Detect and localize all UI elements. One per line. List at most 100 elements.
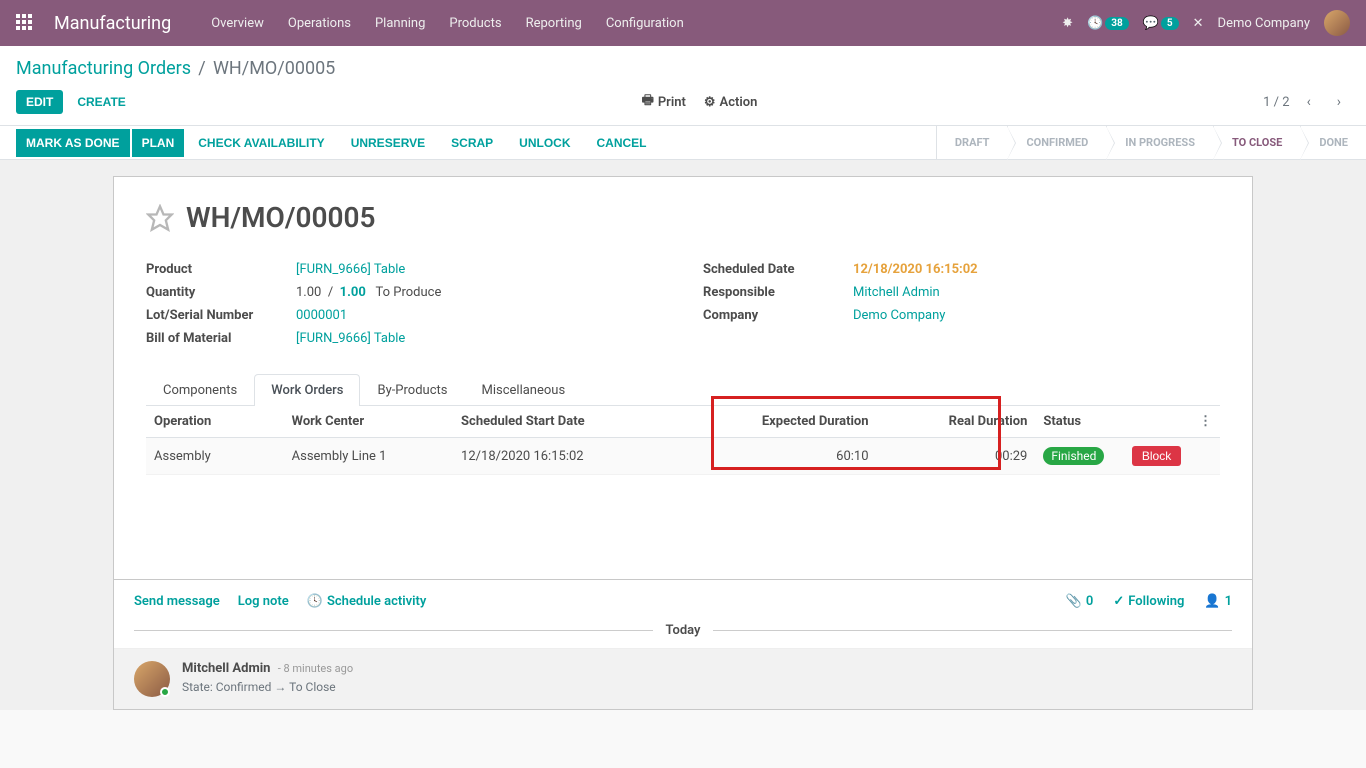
scrap-button[interactable]: SCRAP: [439, 129, 505, 157]
stage-in-progress[interactable]: IN PROGRESS: [1106, 126, 1213, 159]
log-author[interactable]: Mitchell Admin: [182, 661, 270, 676]
tab-by-products[interactable]: By-Products: [360, 374, 464, 406]
chatter: Send message Log note 🕓Schedule activity…: [113, 580, 1253, 710]
send-message-button[interactable]: Send message: [134, 594, 220, 609]
menu-configuration[interactable]: Configuration: [606, 16, 684, 31]
menu-products[interactable]: Products: [449, 16, 501, 31]
company-label: Company: [703, 308, 853, 323]
quantity-value: 1.00 / 1.00 To Produce: [296, 285, 663, 300]
pager-text[interactable]: 1 / 2: [1263, 95, 1289, 110]
log-entry: Mitchell Admin - 8 minutes ago State: Co…: [114, 648, 1252, 709]
check-icon: ✓: [1113, 594, 1124, 609]
bom-link[interactable]: [FURN_9666] Table: [296, 331, 405, 346]
status-badge: Finished: [1043, 447, 1104, 465]
th-operation[interactable]: Operation: [146, 406, 284, 438]
schedule-activity-button[interactable]: 🕓Schedule activity: [307, 594, 427, 609]
paperclip-icon: 📎: [1066, 594, 1082, 609]
followers-button[interactable]: 👤1: [1204, 594, 1232, 609]
unreserve-button[interactable]: UNRESERVE: [339, 129, 437, 157]
log-avatar[interactable]: [134, 661, 170, 697]
user-avatar[interactable]: [1324, 10, 1350, 36]
print-button[interactable]: 🖶Print: [642, 91, 686, 113]
pager: 1 / 2 ‹ ›: [1263, 89, 1350, 115]
kebab-icon[interactable]: ⋮: [1199, 414, 1212, 429]
apps-icon[interactable]: [16, 14, 34, 32]
company-link[interactable]: Demo Company: [853, 308, 945, 323]
th-scheduled-start[interactable]: Scheduled Start Date: [453, 406, 665, 438]
check-availability-button[interactable]: CHECK AVAILABILITY: [186, 129, 336, 157]
breadcrumb-separator: /: [198, 58, 205, 79]
block-button[interactable]: Block: [1132, 446, 1181, 466]
cell-work-center: Assembly Line 1: [284, 438, 453, 475]
th-work-center[interactable]: Work Center: [284, 406, 453, 438]
control-panel: EDIT CREATE 🖶Print ⚙Action 1 / 2 ‹ ›: [0, 83, 1366, 126]
pager-next-icon[interactable]: ›: [1328, 89, 1350, 115]
product-label: Product: [146, 262, 296, 277]
person-icon: 👤: [1204, 594, 1220, 609]
top-navbar: Manufacturing Overview Operations Planni…: [0, 0, 1366, 46]
tools-icon[interactable]: ✕: [1193, 16, 1204, 31]
activities-badge: 38: [1105, 17, 1128, 30]
print-icon: 🖶: [642, 91, 654, 113]
app-brand[interactable]: Manufacturing: [54, 13, 171, 34]
menu-overview[interactable]: Overview: [211, 16, 264, 31]
top-menu: Overview Operations Planning Products Re…: [211, 16, 684, 31]
form-sheet: WH/MO/00005 Product[FURN_9666] Table Qua…: [113, 176, 1253, 580]
following-button[interactable]: ✓Following: [1113, 594, 1184, 609]
lot-label: Lot/Serial Number: [146, 308, 296, 323]
cell-real: 00:29: [877, 438, 1036, 475]
stage-confirmed[interactable]: CONFIRMED: [1007, 126, 1106, 159]
stage-done[interactable]: DONE: [1300, 126, 1366, 159]
clock-icon: 🕓: [307, 594, 323, 609]
mark-as-done-button[interactable]: MARK AS DONE: [16, 129, 130, 157]
log-change: State: Confirmed → To Close: [182, 680, 353, 694]
breadcrumb: Manufacturing Orders / WH/MO/00005: [0, 46, 1366, 83]
th-expected-duration[interactable]: Expected Duration: [665, 406, 877, 438]
company-switcher[interactable]: Demo Company: [1218, 16, 1310, 31]
responsible-link[interactable]: Mitchell Admin: [853, 285, 940, 300]
tab-miscellaneous[interactable]: Miscellaneous: [464, 374, 582, 406]
quantity-label: Quantity: [146, 285, 296, 300]
responsible-label: Responsible: [703, 285, 853, 300]
table-row[interactable]: Assembly Assembly Line 1 12/18/2020 16:1…: [146, 438, 1220, 475]
unlock-button[interactable]: UNLOCK: [507, 129, 582, 157]
pager-prev-icon[interactable]: ‹: [1298, 89, 1320, 115]
status-bar: MARK AS DONE PLAN CHECK AVAILABILITY UNR…: [0, 126, 1366, 160]
cell-expected: 60:10: [665, 438, 877, 475]
plan-button[interactable]: PLAN: [132, 129, 185, 157]
notebook-tabs: Components Work Orders By-Products Misce…: [146, 374, 1220, 406]
breadcrumb-current: WH/MO/00005: [213, 58, 335, 79]
gear-icon: ⚙: [704, 95, 716, 110]
stage-draft[interactable]: DRAFT: [936, 126, 1008, 159]
breadcrumb-root[interactable]: Manufacturing Orders: [16, 58, 191, 79]
th-real-duration[interactable]: Real Duration: [877, 406, 1036, 438]
th-status[interactable]: Status: [1035, 406, 1120, 438]
attachments-button[interactable]: 📎0: [1066, 594, 1094, 609]
bug-icon[interactable]: ✸: [1062, 16, 1073, 31]
scheduled-date-value: 12/18/2020 16:15:02: [853, 262, 978, 277]
lot-link[interactable]: 0000001: [296, 308, 347, 323]
date-separator: Today: [114, 623, 1252, 638]
presence-dot-icon: [160, 687, 170, 697]
page-title: WH/MO/00005: [186, 201, 376, 234]
activities-icon[interactable]: 🕓38: [1087, 16, 1129, 31]
tab-components[interactable]: Components: [146, 374, 254, 406]
cancel-button[interactable]: CANCEL: [585, 129, 659, 157]
bom-label: Bill of Material: [146, 331, 296, 346]
menu-operations[interactable]: Operations: [288, 16, 351, 31]
menu-reporting[interactable]: Reporting: [526, 16, 582, 31]
edit-button[interactable]: EDIT: [16, 90, 63, 114]
stage-to-close[interactable]: TO CLOSE: [1213, 126, 1300, 159]
product-link[interactable]: [FURN_9666] Table: [296, 262, 405, 277]
action-button[interactable]: ⚙Action: [704, 91, 757, 113]
messages-badge: 5: [1161, 17, 1179, 30]
work-orders-table: Operation Work Center Scheduled Start Da…: [146, 406, 1220, 475]
log-time: - 8 minutes ago: [278, 662, 353, 675]
cell-scheduled: 12/18/2020 16:15:02: [453, 438, 665, 475]
favorite-star-icon[interactable]: [146, 204, 174, 232]
log-note-button[interactable]: Log note: [238, 594, 289, 609]
create-button[interactable]: CREATE: [67, 90, 135, 114]
menu-planning[interactable]: Planning: [375, 16, 425, 31]
messages-icon[interactable]: 💬5: [1143, 16, 1179, 31]
tab-work-orders[interactable]: Work Orders: [254, 374, 360, 406]
